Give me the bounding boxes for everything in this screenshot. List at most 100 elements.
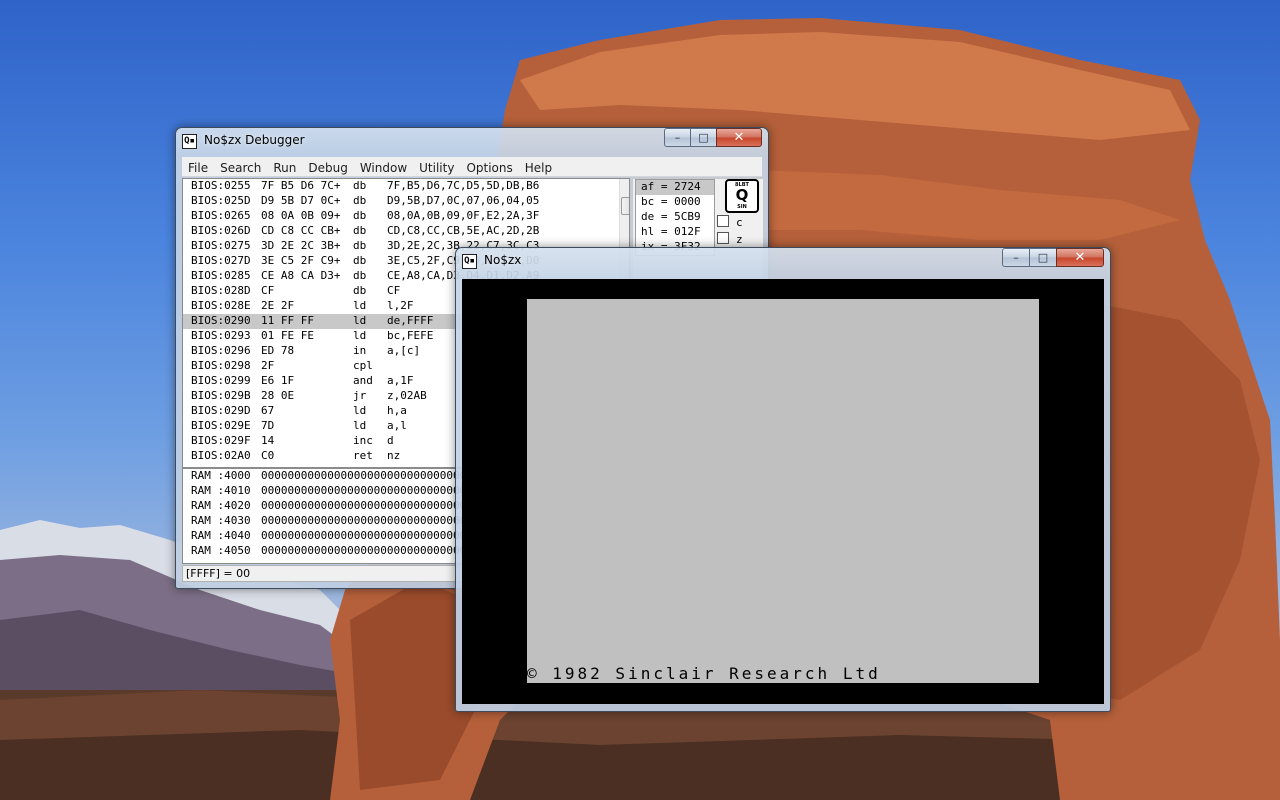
opcode-bytes: C0 bbox=[261, 449, 275, 462]
window-title: No$zx Debugger bbox=[204, 133, 305, 147]
boot-message: © 1982 Sinclair Research Ltd bbox=[527, 664, 881, 683]
address: BIOS:0290 bbox=[191, 314, 251, 327]
address: BIOS:0296 bbox=[191, 344, 251, 357]
flag-checkbox-z[interactable]: z bbox=[717, 232, 743, 246]
memory-address: RAM :4040 bbox=[191, 529, 251, 542]
mnemonic: ld bbox=[353, 329, 367, 342]
operands: CF bbox=[387, 284, 401, 297]
address: BIOS:028E bbox=[191, 299, 251, 312]
disassembly-row[interactable]: BIOS:0265 08 0A 0B 09+ db 08,0A,0B,09,0F,E2… bbox=[183, 209, 629, 224]
opcode-bytes: 01 FE FE bbox=[261, 329, 314, 342]
checkbox[interactable] bbox=[717, 215, 729, 227]
app-icon: Q▪ bbox=[462, 254, 477, 269]
emulator-screen-border[interactable]: © 1982 Sinclair Research Ltd bbox=[462, 279, 1104, 704]
mnemonic: in bbox=[353, 344, 367, 357]
operands: 7F,B5,D6,7C,D5,5D,DB,B6 bbox=[387, 179, 540, 192]
address: BIOS:029F bbox=[191, 434, 251, 447]
menu-run[interactable]: Run bbox=[267, 159, 302, 176]
opcode-bytes: CE A8 CA D3+ bbox=[261, 269, 341, 282]
disassembly-row[interactable]: BIOS:0255 7F B5 D6 7C+ db 7F,B5,D6,7C,D5,5D… bbox=[183, 179, 629, 194]
emulator-screen[interactable]: © 1982 Sinclair Research Ltd bbox=[527, 299, 1039, 683]
mnemonic: and bbox=[353, 374, 373, 387]
address: BIOS:02A0 bbox=[191, 449, 251, 462]
register-row[interactable]: de = 5CB9 bbox=[636, 210, 714, 225]
operands: a,l bbox=[387, 419, 407, 432]
address: BIOS:0298 bbox=[191, 359, 251, 372]
address: BIOS:0265 bbox=[191, 209, 251, 222]
opcode-bytes: 14 bbox=[261, 434, 275, 447]
operands: d bbox=[387, 434, 394, 447]
operands: l,2F bbox=[387, 299, 414, 312]
mnemonic: db bbox=[353, 239, 367, 252]
opcode-bytes: 11 FF FF bbox=[261, 314, 314, 327]
debugger-titlebar[interactable]: Q▪ No$zx Debugger – □ ✕ bbox=[176, 128, 768, 154]
mnemonic: ld bbox=[353, 299, 367, 312]
mnemonic: db bbox=[353, 254, 367, 267]
address: BIOS:0285 bbox=[191, 269, 251, 282]
menu-debug[interactable]: Debug bbox=[302, 159, 353, 176]
close-button[interactable]: ✕ bbox=[1056, 248, 1104, 267]
menu-file[interactable]: File bbox=[182, 159, 214, 176]
mnemonic: ret bbox=[353, 449, 373, 462]
register-row[interactable]: af = 2724 bbox=[636, 180, 714, 195]
checkbox[interactable] bbox=[717, 232, 729, 244]
opcode-bytes: 3D 2E 2C 3B+ bbox=[261, 239, 341, 252]
operands: nz bbox=[387, 449, 401, 462]
memory-bytes: 00000000000000000000000000000000 bbox=[261, 529, 473, 542]
memory-address: RAM :4020 bbox=[191, 499, 251, 512]
operands: h,a bbox=[387, 404, 407, 417]
memory-bytes: 00000000000000000000000000000000 bbox=[261, 514, 473, 527]
minimize-button[interactable]: – bbox=[1002, 248, 1030, 267]
scroll-thumb[interactable] bbox=[621, 197, 629, 215]
flag-checkbox-c[interactable]: c bbox=[717, 215, 743, 229]
address: BIOS:029D bbox=[191, 404, 251, 417]
opcode-bytes: 08 0A 0B 09+ bbox=[261, 209, 341, 222]
mnemonic: db bbox=[353, 224, 367, 237]
operands: z,02AB bbox=[387, 389, 427, 402]
address: BIOS:0275 bbox=[191, 239, 251, 252]
emulator-window[interactable]: Q▪ No$zx – □ ✕ © 1982 Sinclair Research … bbox=[455, 247, 1111, 712]
address: BIOS:026D bbox=[191, 224, 251, 237]
address: BIOS:029B bbox=[191, 389, 251, 402]
menu-search[interactable]: Search bbox=[214, 159, 267, 176]
menu-window[interactable]: Window bbox=[354, 159, 413, 176]
close-button[interactable]: ✕ bbox=[716, 128, 762, 147]
disassembly-row[interactable]: BIOS:026D CD C8 CC CB+ db CD,C8,CC,CB,5E,AC… bbox=[183, 224, 629, 239]
mnemonic: db bbox=[353, 269, 367, 282]
register-list[interactable]: af = 2724bc = 0000de = 5CB9hl = 012Fix =… bbox=[635, 179, 715, 256]
menu-bar: File Search Run Debug Window Utility Options He… bbox=[182, 157, 762, 177]
maximize-button[interactable]: □ bbox=[690, 128, 717, 147]
address: BIOS:027D bbox=[191, 254, 251, 267]
operands: a,[c] bbox=[387, 344, 421, 357]
address: BIOS:028D bbox=[191, 284, 251, 297]
mnemonic: ld bbox=[353, 404, 367, 417]
memory-bytes: 00000000000000000000000000000000 bbox=[261, 499, 473, 512]
menu-help[interactable]: Help bbox=[519, 159, 558, 176]
emulator-titlebar[interactable]: Q▪ No$zx – □ ✕ bbox=[456, 248, 1110, 274]
menu-utility[interactable]: Utility bbox=[413, 159, 460, 176]
memory-address: RAM :4000 bbox=[191, 469, 251, 482]
menu-options[interactable]: Options bbox=[460, 159, 518, 176]
disassembly-row[interactable]: BIOS:025D D9 5B D7 0C+ db D9,5B,D7,0C,07,06… bbox=[183, 194, 629, 209]
operands: a,1F bbox=[387, 374, 414, 387]
maximize-button[interactable]: □ bbox=[1029, 248, 1057, 267]
address: BIOS:025D bbox=[191, 194, 251, 207]
mnemonic: cpl bbox=[353, 359, 373, 372]
memory-bytes: 00000000000000000000000000000000 bbox=[261, 469, 473, 482]
address: BIOS:0255 bbox=[191, 179, 251, 192]
memory-address: RAM :4010 bbox=[191, 484, 251, 497]
mnemonic: ld bbox=[353, 314, 367, 327]
address: BIOS:029E bbox=[191, 419, 251, 432]
register-row[interactable]: bc = 0000 bbox=[636, 195, 714, 210]
minimize-button[interactable]: – bbox=[664, 128, 691, 147]
opcode-bytes: 2F bbox=[261, 359, 275, 372]
mnemonic: ld bbox=[353, 419, 367, 432]
address: BIOS:0293 bbox=[191, 329, 251, 342]
memory-bytes: 00000000000000000000000000000000 bbox=[261, 544, 473, 557]
register-row[interactable]: hl = 012F bbox=[636, 225, 714, 240]
app-logo: 8LBT Q SIN bbox=[725, 179, 759, 213]
opcode-bytes: 3E C5 2F C9+ bbox=[261, 254, 341, 267]
mnemonic: db bbox=[353, 209, 367, 222]
memory-bytes: 00000000000000000000000000000000 bbox=[261, 484, 473, 497]
operands: bc,FEFE bbox=[387, 329, 434, 342]
